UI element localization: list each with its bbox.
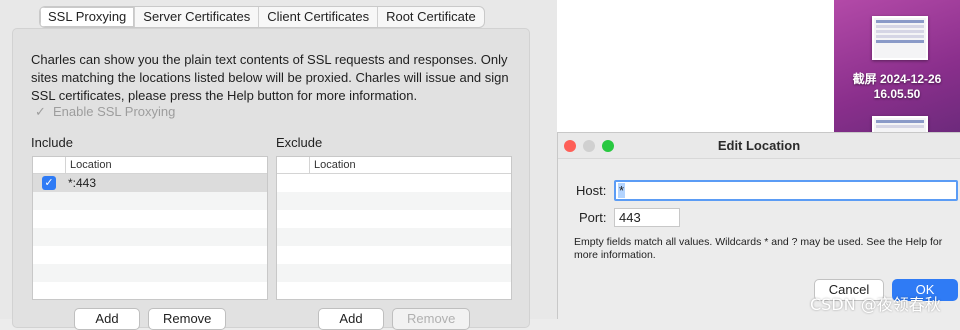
table-row-empty: [277, 174, 511, 192]
table-row-empty: [33, 264, 267, 282]
table-row-empty: [33, 228, 267, 246]
table-row-empty: [277, 192, 511, 210]
host-value: *: [618, 183, 626, 198]
row-checkbox[interactable]: ✓: [42, 176, 56, 190]
desktop-background: [834, 0, 960, 140]
tab-client-certificates[interactable]: Client Certificates: [258, 7, 377, 27]
dialog-titlebar: Edit Location: [558, 133, 960, 159]
host-label: Host:: [576, 183, 607, 198]
table-row-empty: [277, 264, 511, 282]
tab-ssl-proxying[interactable]: SSL Proxying: [40, 7, 135, 27]
table-row-empty: [277, 228, 511, 246]
checkbox-column-header[interactable]: [277, 157, 310, 173]
file-label-line1: 截屏 2024-12-26: [852, 72, 942, 86]
include-list-header: Location: [33, 157, 267, 174]
include-add-button[interactable]: Add: [74, 308, 140, 330]
tab-bar: SSL Proxying Server Certificates Client …: [39, 6, 485, 28]
table-row-empty: [33, 246, 267, 264]
table-row-empty: [33, 282, 267, 299]
background-window: [557, 0, 834, 132]
table-row-empty: [277, 246, 511, 264]
exclude-title: Exclude: [276, 135, 323, 150]
enable-ssl-label: Enable SSL Proxying: [53, 104, 176, 119]
tab-server-certificates[interactable]: Server Certificates: [134, 7, 258, 27]
exclude-rows: [277, 174, 511, 299]
include-rows: ✓ *:443: [33, 174, 267, 299]
file-label-line2: 16.05.50: [873, 87, 921, 101]
row-location: *:443: [68, 176, 97, 190]
table-row[interactable]: ✓ *:443: [33, 174, 267, 192]
port-input[interactable]: 443: [614, 208, 680, 227]
exclude-list: Location: [276, 156, 512, 300]
exclude-list-header: Location: [277, 157, 511, 174]
table-row-empty: [277, 210, 511, 228]
enable-ssl-checkbox[interactable]: ✓ Enable SSL Proxying: [34, 103, 176, 120]
watermark: CSDN @夜领春秋: [810, 295, 941, 314]
dialog-title: Edit Location: [717, 138, 801, 153]
table-row-empty: [33, 192, 267, 210]
table-row-empty: [277, 282, 511, 299]
checkbox-column-header[interactable]: [33, 157, 66, 173]
location-column-header[interactable]: Location: [310, 157, 356, 173]
desktop-file-label[interactable]: 截屏 2024-12-26 16.05.50: [834, 72, 960, 102]
screenshot-thumbnail[interactable]: [872, 16, 928, 60]
table-row-empty: [33, 210, 267, 228]
description-text: Charles can show you the plain text cont…: [31, 52, 509, 103]
location-column-header[interactable]: Location: [66, 157, 112, 173]
ssl-proxying-panel: SSL Proxying Server Certificates Client …: [0, 0, 557, 330]
include-list: Location ✓ *:443: [32, 156, 268, 300]
port-label: Port:: [579, 210, 607, 225]
hint-text: Empty fields match all values. Wildcards…: [574, 236, 943, 261]
tab-root-certificate[interactable]: Root Certificate: [377, 7, 484, 27]
include-remove-button[interactable]: Remove: [148, 308, 226, 330]
checkmark-icon: ✓: [35, 103, 46, 119]
exclude-add-button[interactable]: Add: [318, 308, 384, 330]
host-input[interactable]: *: [614, 180, 958, 201]
include-title: Include: [31, 135, 73, 150]
exclude-remove-button[interactable]: Remove: [392, 308, 470, 330]
